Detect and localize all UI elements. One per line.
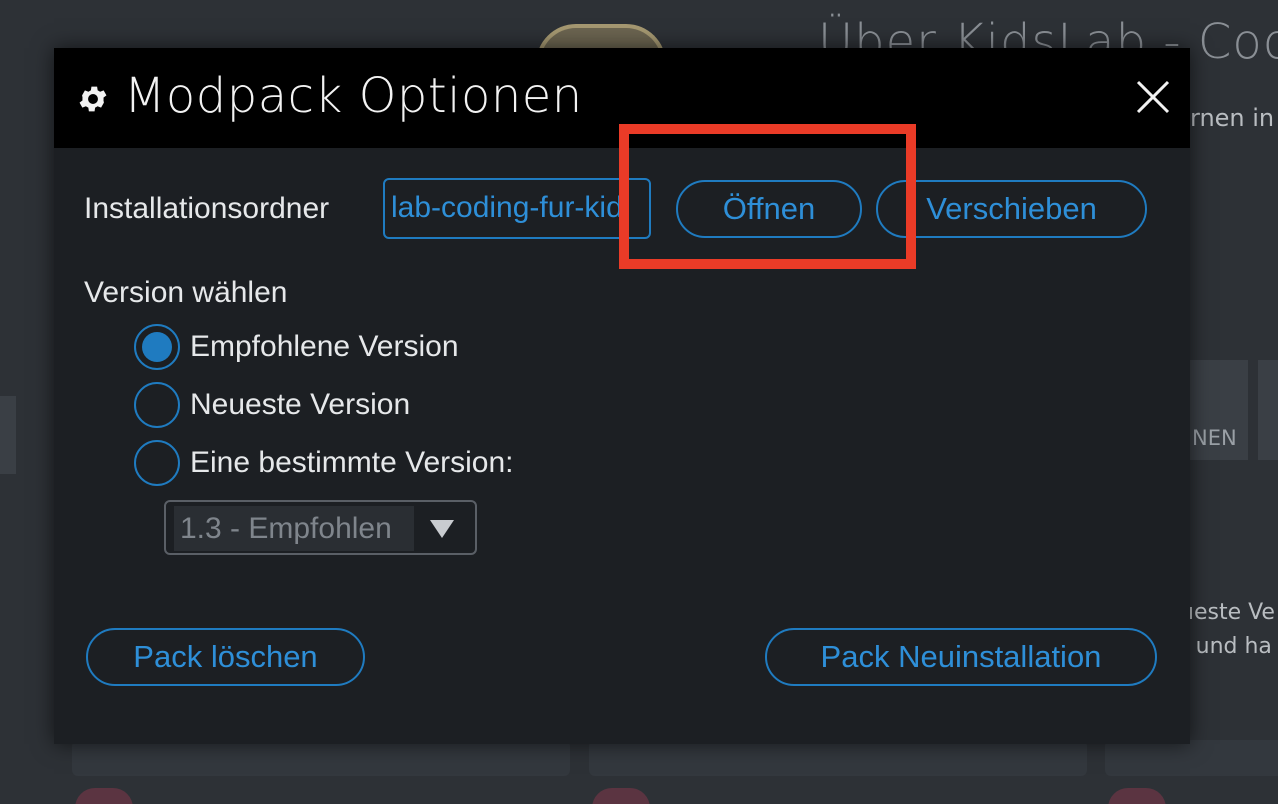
background-card — [1105, 740, 1278, 776]
background-description-line: t und ha — [1180, 634, 1272, 659]
background-subtitle: rnen in — [1190, 104, 1275, 132]
reinstall-pack-button[interactable]: Pack Neuinstallation — [765, 628, 1157, 686]
modpack-options-dialog: Modpack Optionen Installationsordner lab… — [54, 48, 1190, 744]
chevron-down-icon — [430, 520, 454, 538]
dialog-title: Modpack Optionen — [124, 68, 583, 124]
background-description: ueste Ve t und ha — [1180, 596, 1275, 664]
background-avatar — [75, 788, 133, 804]
install-path-value: lab-coding-fur-kid — [391, 191, 623, 224]
radio-latest-version[interactable] — [134, 382, 180, 428]
radio-label-specific: Eine bestimmte Version: — [190, 446, 514, 479]
background-tile-label: NEN — [1192, 426, 1237, 450]
radio-recommended-version[interactable] — [134, 324, 180, 370]
radio-label-recommended: Empfohlene Version — [190, 330, 459, 363]
background-card — [72, 740, 570, 776]
background-sidebar-edge — [0, 396, 16, 474]
move-button[interactable]: Verschieben — [876, 180, 1147, 238]
delete-pack-button[interactable]: Pack löschen — [86, 628, 365, 686]
version-dropdown[interactable]: 1.3 - Empfohlen — [164, 500, 477, 555]
open-button[interactable]: Öffnen — [676, 180, 862, 238]
background-card — [589, 740, 1087, 776]
radio-specific-version[interactable] — [134, 440, 180, 486]
background-tile — [1258, 360, 1278, 460]
background-avatar — [1108, 788, 1166, 804]
version-select-label: Version wählen — [84, 276, 288, 309]
install-path-field[interactable]: lab-coding-fur-kid — [383, 178, 651, 239]
background-avatar — [592, 788, 650, 804]
gear-icon — [79, 86, 107, 112]
version-dropdown-value: 1.3 - Empfohlen — [174, 506, 414, 551]
install-folder-label: Installationsordner — [84, 192, 330, 225]
close-icon[interactable] — [1136, 80, 1170, 114]
dialog-header: Modpack Optionen — [54, 48, 1190, 148]
background-description-line: ueste Ve — [1180, 600, 1275, 625]
radio-label-latest: Neueste Version — [190, 388, 411, 421]
